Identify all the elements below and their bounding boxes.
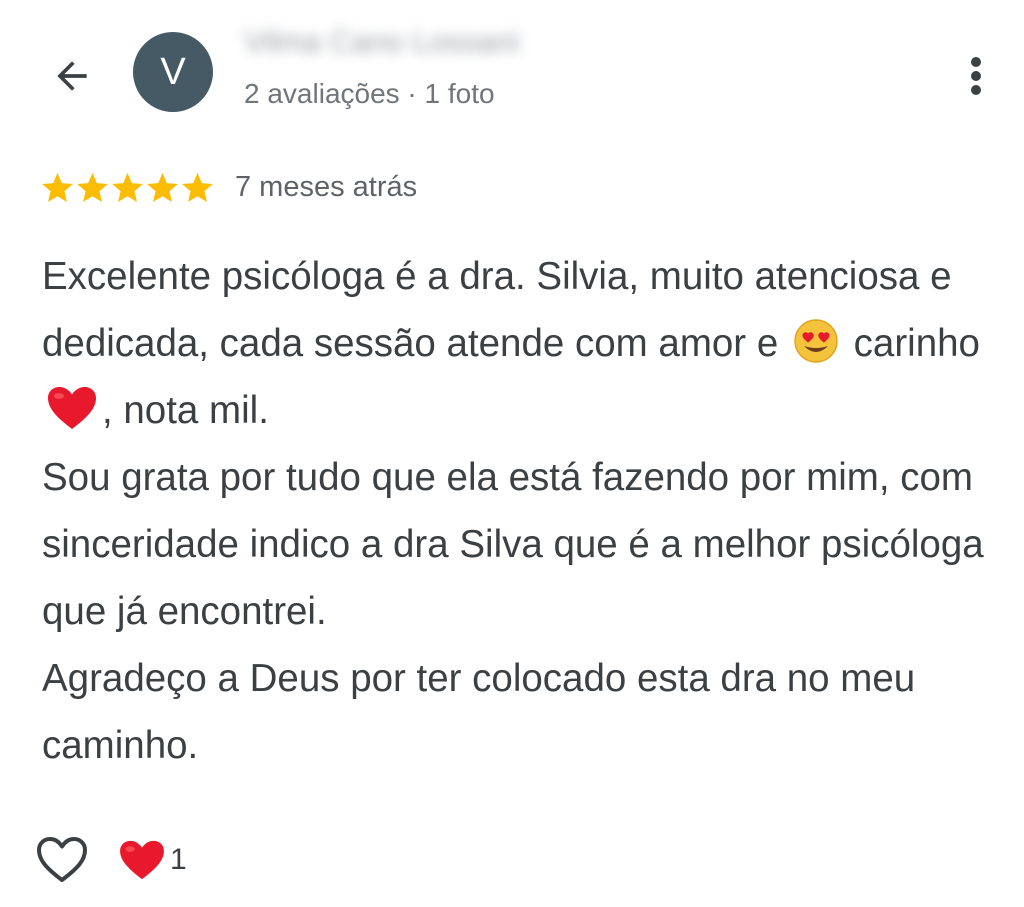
- red-heart-emoji: [48, 387, 96, 429]
- avatar-initial: V: [160, 50, 186, 93]
- back-button[interactable]: [44, 48, 100, 104]
- star-icon: [147, 172, 178, 202]
- star-icon: [77, 172, 108, 202]
- review-footer: 1: [37, 832, 187, 888]
- heart-eyes-emoji: [794, 319, 838, 363]
- reviewer-name[interactable]: Vilma Cano Lossani: [244, 24, 519, 60]
- review-date: 7 meses atrás: [235, 171, 418, 203]
- review-paragraph: Sou grata por tudo que ela está fazendo …: [42, 456, 984, 633]
- review-text: Excelente psicóloga é a dra. Silvia, mui…: [42, 243, 1002, 779]
- star-icon: [112, 172, 143, 202]
- star-rating: [40, 170, 215, 205]
- heart-outline-icon: [37, 837, 87, 882]
- review-text-segment: , nota mil.: [102, 389, 269, 432]
- reaction-count: 1: [170, 843, 187, 876]
- more-options-button[interactable]: [952, 48, 1000, 104]
- review-paragraph: Agradeço a Deus por ter colocado esta dr…: [42, 657, 916, 767]
- red-heart-emoji: [120, 840, 164, 880]
- avatar[interactable]: V: [133, 32, 213, 112]
- more-vert-icon: [971, 57, 981, 95]
- star-icon: [42, 172, 73, 202]
- star-icon: [182, 172, 213, 202]
- review-paragraph: Excelente psicóloga é a dra. Silvia, mui…: [42, 243, 1002, 444]
- back-arrow-icon: [57, 61, 87, 91]
- reviewer-meta: 2 avaliações · 1 foto: [244, 78, 495, 109]
- like-button[interactable]: [34, 832, 90, 888]
- reaction-chip[interactable]: 1: [118, 839, 187, 881]
- review-text-segment: carinho: [853, 322, 980, 365]
- rating-row: 7 meses atrás: [40, 170, 417, 205]
